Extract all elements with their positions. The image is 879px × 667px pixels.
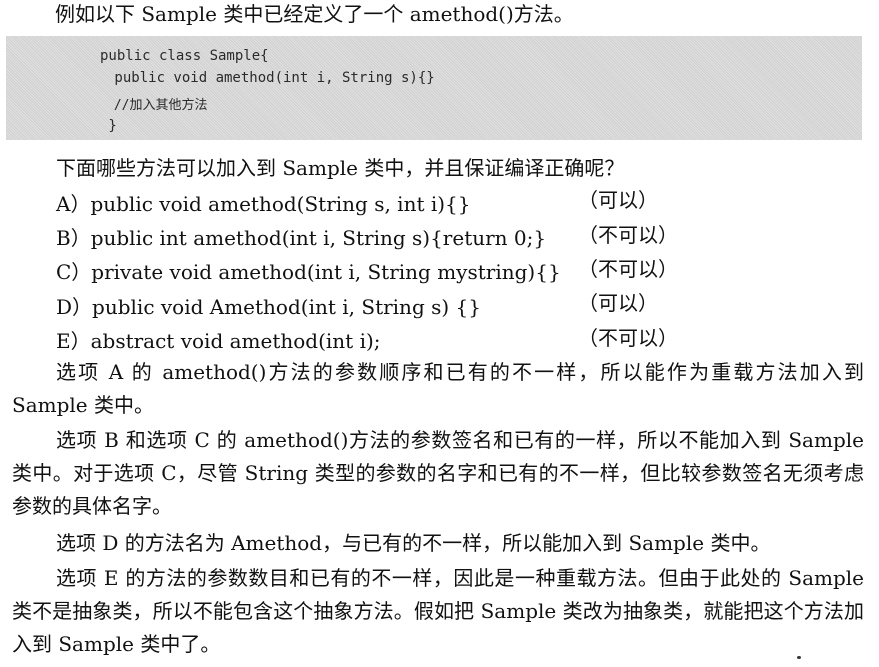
- print-speck: [797, 656, 801, 659]
- option-c-verdict: （不可以）: [578, 257, 678, 281]
- code-line: }: [100, 118, 117, 134]
- explanation-bc: 选项 B 和选项 C 的 amethod()方法的参数签名和已有的一样，所以不能…: [12, 428, 864, 518]
- document-page: 例如以下 Sample 类中已经定义了一个 amethod()方法。 publi…: [0, 0, 879, 667]
- option-b-text: B）public int amethod(int i, String s){re…: [56, 226, 547, 250]
- code-line: public void amethod(int i, String s){}: [106, 70, 435, 86]
- option-b-verdict: （不可以）: [578, 223, 678, 247]
- code-line: //加入其他方法: [106, 98, 208, 113]
- question-text: 下面哪些方法可以加入到 Sample 类中，并且保证编译正确呢？: [56, 156, 625, 180]
- intro-text: 例如以下 Sample 类中已经定义了一个 amethod()方法。: [55, 2, 574, 26]
- explanation-a: 选项 A 的 amethod()方法的参数顺序和已有的不一样，所以能作为重载方法…: [12, 360, 864, 417]
- code-line: public class Sample{: [100, 48, 269, 64]
- option-a-text: A）public void amethod(String s, int i){}: [56, 192, 471, 216]
- explanation-d: 选项 D 的方法名为 Amethod，与已有的不一样，所以能加入到 Sample…: [56, 531, 771, 555]
- option-a-verdict: （可以）: [578, 188, 658, 212]
- option-c-text: C）private void amethod(int i, String mys…: [56, 260, 561, 284]
- option-e-verdict: （不可以）: [578, 326, 678, 350]
- code-block: public class Sample{ public void amethod…: [6, 36, 862, 140]
- option-d-text: D）public void Amethod(int i, String s) {…: [56, 295, 481, 319]
- explanation-e: 选项 E 的方法的参数数目和已有的不一样，因此是一种重载方法。但由于此处的 Sa…: [12, 566, 864, 656]
- option-d-verdict: （可以）: [578, 291, 658, 315]
- option-e-text: E）abstract void amethod(int i);: [56, 329, 381, 353]
